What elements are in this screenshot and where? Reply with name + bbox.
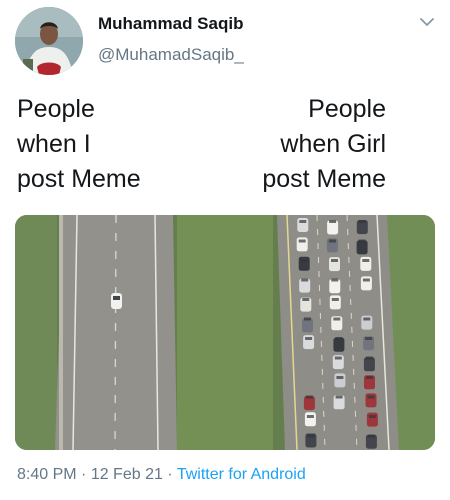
avatar[interactable] — [15, 7, 83, 75]
meme-caption-right: People when Girl post Meme — [226, 92, 386, 197]
user-handle[interactable]: @MuhamadSaqib_ — [98, 45, 244, 65]
chevron-down-icon[interactable] — [419, 16, 435, 28]
meme-caption-left: People when I post Meme — [17, 92, 187, 197]
meme-caption-right-line: People — [308, 95, 386, 123]
tweet-meta: 8:40 PM · 12 Feb 21 · Twitter for Androi… — [17, 466, 306, 484]
meme-caption-left-line: when I — [17, 130, 91, 158]
meta-separator: · — [162, 466, 177, 483]
meme-caption-left-line: People — [17, 95, 95, 123]
meme-caption-left-line: post Meme — [17, 165, 141, 193]
display-name[interactable]: Muhammad Saqib — [98, 14, 243, 34]
tweet-photo[interactable] — [15, 215, 435, 450]
tweet-date[interactable]: 12 Feb 21 — [91, 466, 163, 483]
meme-caption-right-line: post Meme — [262, 165, 386, 193]
meme-caption-right-line: when Girl — [280, 130, 386, 158]
tweet-time[interactable]: 8:40 PM — [17, 466, 77, 483]
tweet-source-link[interactable]: Twitter for Android — [177, 466, 306, 483]
meta-separator: · — [76, 466, 91, 483]
